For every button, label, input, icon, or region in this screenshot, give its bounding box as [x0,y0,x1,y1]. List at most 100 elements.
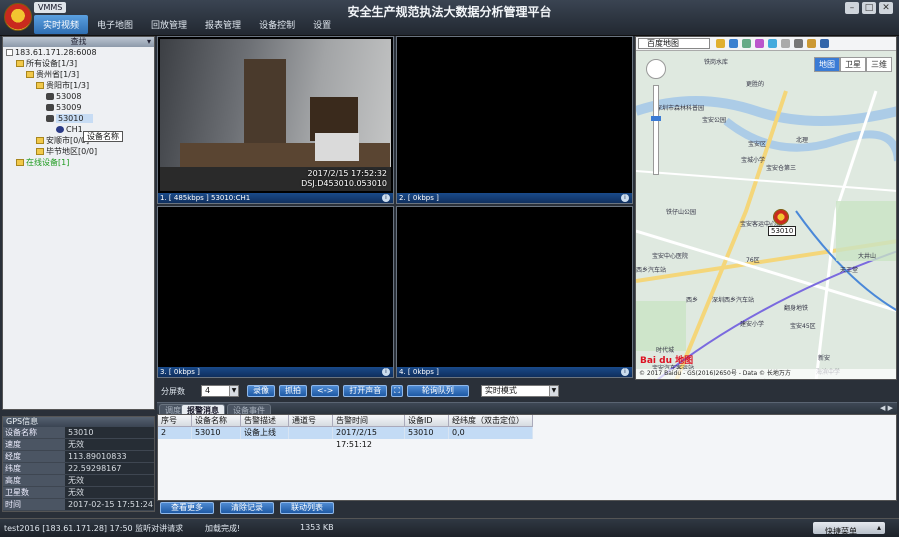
map-place-label: 深圳西乡汽车站 [712,297,755,304]
menu-realtime-video[interactable]: 实时视频 [34,15,89,34]
title-bar: VMMS 安全生产规范执法大数据分析管理平台 实时视频 电子地图 回放管理 报表… [0,0,899,36]
tree-item[interactable]: 53008 [3,91,154,102]
status-user: test2016 [183.61.171.28] 17:50 监听对讲请求 [4,524,184,533]
map-provider-select[interactable]: 百度地图 [638,38,710,49]
clear-records-button[interactable]: 清除记录 [220,502,274,514]
tree-item-label: 53010 [56,114,94,123]
menu-reports[interactable]: 报表管理 [196,15,250,34]
tree-item[interactable]: 安顺市[0/0] [3,135,154,146]
map-pan-control[interactable] [646,59,666,79]
info-icon[interactable]: i [382,368,390,376]
record-button[interactable]: 录像 [247,385,275,397]
tree-search-header[interactable]: 查找 ▾ [3,37,154,47]
device-tree: 183.61.171.28:6008 所有设备[1/3] 贵州省[1/3] 贵阳市[1… [3,47,154,168]
table-cell: 2017/2/15 17:51:12 [333,427,405,449]
device-name-tooltip: 设备名称 [83,131,123,142]
map-place-label: 天王堂 [840,267,859,274]
column-header[interactable]: 设备ID [405,415,449,427]
pen-icon[interactable] [716,39,725,48]
minimize-button[interactable]: – [845,2,859,14]
column-header[interactable]: 通道号 [289,415,333,427]
tree-item[interactable]: 贵阳市[1/3] [3,80,154,91]
quick-menu-button[interactable]: 快捷菜单 ▴ [813,522,885,536]
linkage-list-button[interactable]: 联动列表 [280,502,334,514]
list-icon[interactable] [820,39,829,48]
map-type-switch: 地图 卫星 三维 [814,57,892,72]
gps-key: 速度 [3,439,65,450]
table-cell: 53010 [192,427,241,439]
gps-value: 无效 [65,487,154,498]
tree-item[interactable]: 毕节地区[0/0] [3,146,154,157]
tree-item[interactable]: 53010 [3,113,154,124]
tree-item[interactable]: 183.61.171.28:6008 [3,47,154,58]
tree-item-label: 53009 [56,103,82,112]
view-more-button[interactable]: 查看更多 [160,502,214,514]
chevron-down-icon[interactable]: ▾ [147,37,151,47]
split-count-select[interactable]: 4 ▼ [201,385,239,397]
zoom-in-icon[interactable] [755,39,764,48]
patrol-queue-button[interactable]: 轮询队列 [406,385,469,397]
fullscreen-icon[interactable]: ⛶ [391,385,403,397]
video-channel-label: 1. [ 485kbps ] 53010:CH1 [160,194,251,202]
maximize-button[interactable]: □ [862,2,876,14]
alarm-table: 序号 设备名称 告警描述 通道号 告警时间 设备ID 经纬度（双击定位） 2 53010 设备上… [157,414,897,501]
tab-scroll-arrows-icon[interactable]: ◀ ▶ [880,404,893,412]
map-type-satellite[interactable]: 卫星 [840,57,866,72]
gps-info-panel: GPS信息 设备名称 53010 速度 无效 经度 113.89010833 纬度 22.59… [2,416,155,512]
car-icon[interactable] [807,39,816,48]
window-icon[interactable] [781,39,790,48]
video-window-3[interactable]: 3. [ 0kbps ] i [157,206,394,378]
video-channel-label: 4. [ 0kbps ] [399,368,439,376]
tree-item[interactable]: CH1 [3,124,154,135]
main-menu: 实时视频 电子地图 回放管理 报表管理 设备控制 设置 [34,15,340,34]
baidu-logo: Bai du 地图 [640,356,694,366]
menu-e-map[interactable]: 电子地图 [88,15,142,34]
tree-item-label: 贵州省[1/3] [36,70,80,79]
tree-item[interactable]: 所有设备[1/3] [3,58,154,69]
mode-select[interactable]: 实时模式 ▼ [480,385,559,397]
dropdown-icon[interactable] [794,39,803,48]
menu-device-control[interactable]: 设备控制 [250,15,304,34]
video-window-2[interactable]: 2. [ 0kbps ] i [396,36,633,204]
map-place-label: 西乡 [686,297,699,304]
column-header[interactable]: 经纬度（双击定位） [449,415,533,427]
video-status-bar: 3. [ 0kbps ] i [158,367,393,377]
folder-icon [16,60,24,67]
video-window-4[interactable]: 4. [ 0kbps ] i [396,206,633,378]
column-header[interactable]: 序号 [158,415,192,427]
vehicle-marker-icon[interactable] [773,209,789,225]
refresh-icon[interactable] [729,39,738,48]
alarm-tab-strip: 调度 报警消息 设备事件 ◀ ▶ [157,402,897,415]
vehicle-marker-label[interactable]: 53010 [768,226,797,236]
map-place-label: 宝安45区 [790,323,816,330]
video-window-1[interactable]: 2017/2/15 17:52:32 DSJ.D453010.053010 1.… [157,36,394,204]
layers-icon[interactable] [742,39,751,48]
swap-button[interactable]: <-> [311,385,340,397]
snapshot-button[interactable]: 抓拍 [279,385,307,397]
menu-settings[interactable]: 设置 [304,15,340,34]
map-zoom-slider[interactable] [651,85,661,175]
info-icon[interactable]: i [382,194,390,202]
open-sound-button[interactable]: 打开声音 [343,385,388,397]
map-type-3d[interactable]: 三维 [866,57,892,72]
folder-icon [26,71,34,78]
close-button[interactable]: ✕ [879,2,893,14]
tree-item[interactable]: 贵州省[1/3] [3,69,154,80]
tree-item[interactable]: 53009 [3,102,154,113]
menu-playback[interactable]: 回放管理 [142,15,196,34]
tree-search-label: 查找 [70,37,87,46]
table-cell: 2 [158,427,192,439]
tree-item[interactable]: 在线设备[1] [3,157,154,168]
map-type-map[interactable]: 地图 [814,57,840,72]
map-canvas[interactable]: 铁岗水库 更胜的 深圳市森林科普园 宝安公园 宝安区 北理 宝城小学 宝安仓第三 铁仔山公园 宝安… [636,51,896,379]
gps-key: 卫星数 [3,487,65,498]
column-header[interactable]: 告警时间 [333,415,405,427]
map-place-label: 深圳市森林科普园 [656,105,705,112]
crosshair-icon[interactable] [768,39,777,48]
info-icon[interactable]: i [621,194,629,202]
column-header[interactable]: 告警描述 [241,415,289,427]
column-header[interactable]: 设备名称 [192,415,241,427]
info-icon[interactable]: i [621,368,629,376]
table-row[interactable]: 2 53010 设备上线 2017/2/15 17:51:12 53010 0,0 [158,427,896,449]
car-icon [46,115,54,122]
